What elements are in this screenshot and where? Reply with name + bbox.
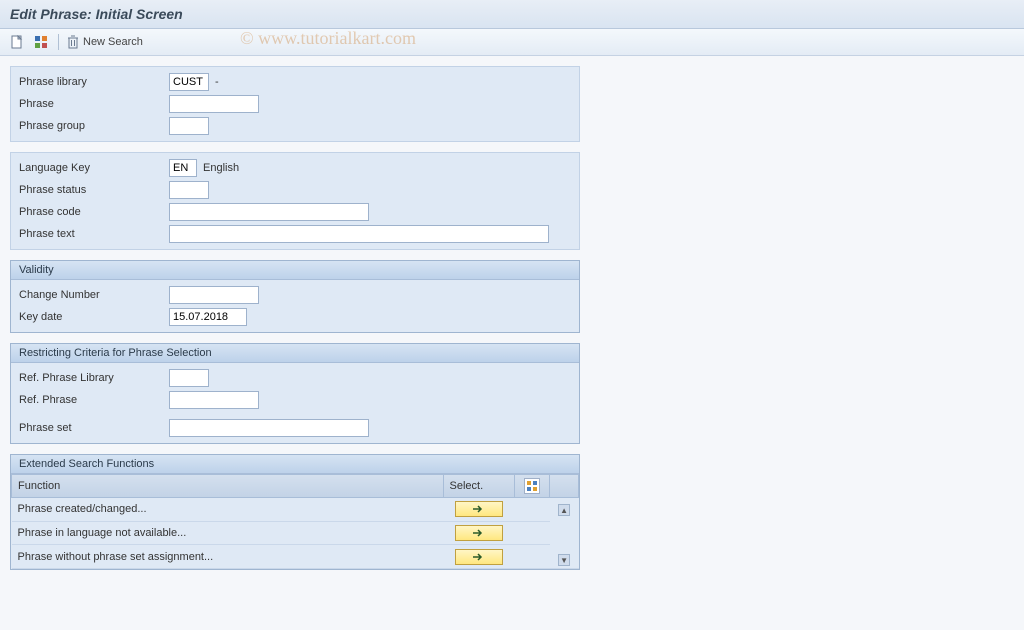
toolbar: New Search: [0, 29, 1024, 56]
arrow-right-icon: [472, 528, 486, 538]
ref-phrase-label: Ref. Phrase: [19, 394, 169, 406]
new-search-button[interactable]: New Search: [67, 35, 143, 49]
key-date-label: Key date: [19, 311, 169, 323]
new-document-icon[interactable]: [8, 33, 26, 51]
fields-block-1: Phrase library - Phrase Phrase group: [10, 66, 580, 142]
fields-block-2: Language Key English Phrase status Phras…: [10, 152, 580, 250]
select-arrow-button[interactable]: [455, 549, 503, 565]
change-number-label: Change Number: [19, 289, 169, 301]
change-number-input[interactable]: [169, 286, 259, 304]
arrow-right-icon: [472, 504, 486, 514]
col-function-header[interactable]: Function: [12, 475, 444, 498]
ext-row-function: Phrase without phrase set assignment...: [12, 545, 444, 569]
ref-phrase-library-label: Ref. Phrase Library: [19, 372, 169, 384]
phrase-label: Phrase: [19, 98, 169, 110]
restricting-group: Restricting Criteria for Phrase Selectio…: [10, 343, 580, 444]
ref-phrase-library-input[interactable]: [169, 369, 209, 387]
extended-table: Function Select. Phrase created/changed.…: [11, 474, 579, 569]
phrase-code-label: Phrase code: [19, 206, 169, 218]
phrase-group-label: Phrase group: [19, 120, 169, 132]
scroll-up-icon[interactable]: ▲: [558, 504, 570, 516]
table-scrollbar[interactable]: ▲ ▼: [556, 500, 573, 566]
phrase-text-input[interactable]: [169, 225, 549, 243]
language-key-label: Language Key: [19, 162, 169, 174]
phrase-library-input[interactable]: [169, 73, 209, 91]
ref-phrase-input[interactable]: [169, 391, 259, 409]
ext-row-function: Phrase in language not available...: [12, 521, 444, 545]
table-settings-icon[interactable]: [524, 478, 540, 494]
content-area: Phrase library - Phrase Phrase group Lan…: [0, 56, 1024, 570]
phrase-code-input[interactable]: [169, 203, 369, 221]
language-key-after: English: [203, 162, 239, 174]
select-arrow-button[interactable]: [455, 525, 503, 541]
phrase-group-input[interactable]: [169, 117, 209, 135]
validity-header: Validity: [11, 261, 579, 280]
grid-color-icon[interactable]: [32, 33, 50, 51]
select-arrow-button[interactable]: [455, 501, 503, 517]
page-title: Edit Phrase: Initial Screen: [0, 0, 1024, 29]
arrow-right-icon: [472, 552, 486, 562]
validity-group: Validity Change Number Key date: [10, 260, 580, 333]
language-key-input[interactable]: [169, 159, 197, 177]
trash-icon: [67, 35, 79, 49]
phrase-status-input[interactable]: [169, 181, 209, 199]
phrase-set-input[interactable]: [169, 419, 369, 437]
scroll-down-icon[interactable]: ▼: [558, 554, 570, 566]
new-search-label: New Search: [83, 36, 143, 48]
key-date-input[interactable]: [169, 308, 247, 326]
phrase-status-label: Phrase status: [19, 184, 169, 196]
extended-header: Extended Search Functions: [11, 455, 579, 474]
extended-group: Extended Search Functions Function Selec…: [10, 454, 580, 570]
phrase-text-label: Phrase text: [19, 228, 169, 240]
col-select-header[interactable]: Select.: [443, 475, 515, 498]
phrase-library-label: Phrase library: [19, 76, 169, 88]
ext-row-function: Phrase created/changed...: [12, 498, 444, 522]
phrase-input[interactable]: [169, 95, 259, 113]
phrase-set-label: Phrase set: [19, 422, 169, 434]
toolbar-separator: [58, 34, 59, 50]
phrase-library-after: -: [215, 76, 219, 88]
restricting-header: Restricting Criteria for Phrase Selectio…: [11, 344, 579, 363]
